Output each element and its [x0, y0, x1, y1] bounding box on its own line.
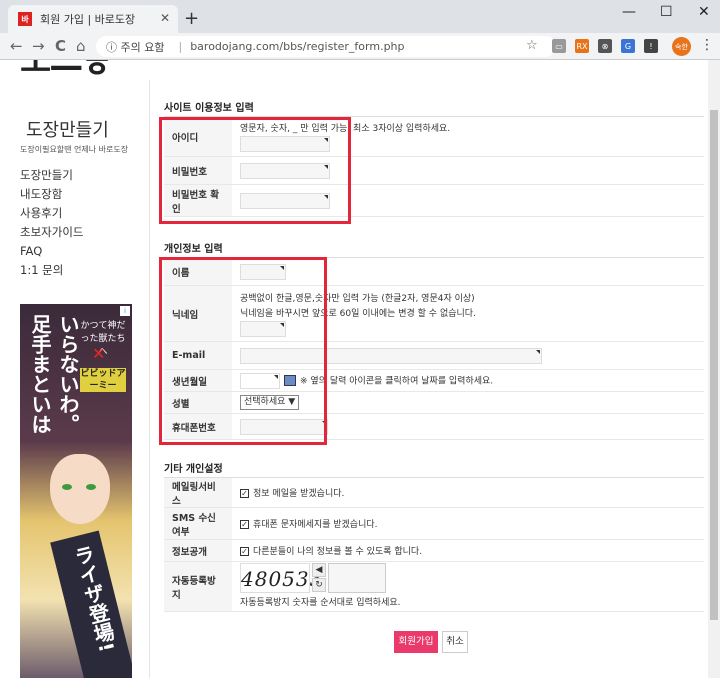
ad-character-eye-right [86, 484, 96, 490]
label-captcha: 자동등록방지 [164, 562, 232, 611]
browser-toolbar: ← → C ⌂ ⓘ 주의 요함 | barodojang.com/bbs/reg… [0, 33, 720, 60]
info-open-text: 다른분들이 나의 정보를 볼 수 있도록 합니다. [253, 547, 423, 557]
sms-text: 휴대폰 문자메세지를 받겠습니다. [253, 520, 378, 530]
birthdate-help: ※ 옆의 달력 아이콘을 클릭하여 날짜를 입력하세요. [300, 376, 494, 386]
advertisement-banner[interactable]: i 足手まといは いらないわ。 かつて神だった獣たちへ ✕ ビビッドアーミー ラ… [20, 304, 132, 678]
captcha-refresh-icon[interactable]: ↻ [312, 578, 326, 592]
highlight-box-personal-info [159, 257, 327, 445]
label-info-open: 정보공개 [164, 540, 232, 561]
minimize-button[interactable]: — [622, 4, 636, 20]
cancel-button[interactable]: 취소 [442, 631, 468, 653]
sidebar-nav: 도장만들기 내도장함 사용후기 초보자가이드 FAQ 1:1 문의 [20, 166, 83, 280]
extension-info-icon[interactable]: ! [644, 39, 658, 53]
sidebar-item-reviews[interactable]: 사용후기 [20, 204, 83, 223]
label-mailing: 메일링서비스 [164, 478, 232, 507]
address-url: barodojang.com/bbs/register_form.php [190, 40, 405, 53]
sidebar-item-my-seals[interactable]: 내도장함 [20, 185, 83, 204]
browser-menu-icon[interactable]: ⋮ [700, 37, 714, 53]
sidebar: 도장만들기 도장이필요할땐 언제나 바로도장 도장만들기 내도장함 사용후기 초… [0, 80, 150, 678]
label-sms: SMS 수신여부 [164, 508, 232, 539]
ad-headline-1: 足手まといは [28, 314, 52, 434]
new-tab-button[interactable]: + [184, 8, 199, 29]
ad-game-logo-2: ビビッドアーミー [80, 368, 126, 392]
tab-bar: 바 회원 가입 | 바로도장 ✕ + — ☐ ✕ [0, 0, 720, 33]
submit-button[interactable]: 회원가입 [394, 631, 438, 653]
page-scrollbar[interactable] [708, 60, 720, 678]
cell-sms: ✓ 휴대폰 문자메세지를 받겠습니다. [232, 514, 386, 533]
page-content: ㅗ—ㅎ 도장만들기 도장이필요할땐 언제나 바로도장 도장만들기 내도장함 사용… [0, 60, 708, 678]
reload-button[interactable]: C [55, 37, 66, 55]
bookmark-star-icon[interactable]: ☆ [526, 38, 538, 53]
other-settings-table: 메일링서비스 ✓ 정보 메일을 받겠습니다. SMS 수신여부 ✓ 휴대폰 문자메세… [164, 477, 704, 612]
site-favicon-icon: 바 [18, 12, 32, 26]
sidebar-item-inquiry[interactable]: 1:1 문의 [20, 261, 83, 280]
mailing-text: 정보 메일을 받겠습니다. [253, 489, 345, 499]
highlight-box-site-info [159, 117, 351, 224]
tab-register[interactable]: 바 회원 가입 | 바로도장 ✕ [8, 5, 178, 33]
sms-checkbox[interactable]: ✓ [240, 520, 249, 529]
ad-headline-2: いらないわ。 [56, 314, 80, 434]
captcha-controls: ◀ ↻ [312, 563, 326, 593]
tab-title: 회원 가입 | 바로도장 [40, 13, 136, 26]
section-title-personal-info: 개인정보 입력 [164, 244, 223, 255]
extension-translate-icon[interactable]: G [621, 39, 635, 53]
cell-mailing: ✓ 정보 메일을 받겠습니다. [232, 483, 352, 502]
section-title-other-settings: 기타 개인설정 [164, 464, 223, 475]
ad-choices-icon[interactable]: i [120, 306, 130, 316]
scrollbar-thumb[interactable] [710, 110, 718, 620]
captcha-image: 480533 [240, 563, 322, 593]
captcha-audio-icon[interactable]: ◀ [312, 563, 326, 577]
cell-captcha: 480533 ◀ ↻ 자동등록방지 숫자를 순서대로 입력하세요. [232, 560, 409, 613]
security-indicator[interactable]: ⓘ 주의 요함 [106, 39, 164, 55]
address-bar[interactable]: ⓘ 주의 요함 | barodojang.com/bbs/register_fo… [96, 36, 556, 57]
tab-close-icon[interactable]: ✕ [160, 11, 170, 25]
home-button[interactable]: ⌂ [76, 37, 86, 55]
section-title-site-info: 사이트 이용정보 입력 [164, 103, 254, 114]
forward-button[interactable]: → [32, 37, 45, 55]
extension-rx-icon[interactable]: RX [575, 39, 589, 53]
ad-character-face [50, 454, 110, 524]
captcha-help: 자동등록방지 숫자를 순서대로 입력하세요. [240, 598, 401, 608]
row-sms: SMS 수신여부 ✓ 휴대폰 문자메세지를 받겠습니다. [164, 508, 704, 540]
row-captcha: 자동등록방지 480533 ◀ ↻ 자동등록방지 숫자를 순서대로 입력하세요. [164, 562, 704, 612]
row-mailing: 메일링서비스 ✓ 정보 메일을 받겠습니다. [164, 478, 704, 508]
info-open-checkbox[interactable]: ✓ [240, 547, 249, 556]
address-separator: | [178, 40, 183, 53]
ad-collab-mark: ✕ [92, 344, 106, 363]
sidebar-item-beginner-guide[interactable]: 초보자가이드 [20, 223, 83, 242]
mailing-checkbox[interactable]: ✓ [240, 489, 249, 498]
back-button[interactable]: ← [10, 37, 23, 55]
site-subtitle: 도장이필요할땐 언제나 바로도장 [20, 145, 129, 154]
extension-screen-icon[interactable]: ▭ [552, 39, 566, 53]
ad-character-eye-left [62, 484, 72, 490]
profile-avatar[interactable]: 숙한 [672, 37, 691, 56]
row-info-open: 정보공개 ✓ 다른분들이 나의 정보를 볼 수 있도록 합니다. [164, 540, 704, 562]
close-window-button[interactable]: ✕ [698, 4, 710, 20]
sidebar-item-faq[interactable]: FAQ [20, 242, 83, 261]
maximize-button[interactable]: ☐ [660, 4, 673, 20]
captcha-input[interactable] [328, 563, 386, 593]
extension-tag-icon[interactable]: ⊗ [598, 39, 612, 53]
site-title[interactable]: 도장만들기 [26, 116, 109, 142]
cell-info-open: ✓ 다른분들이 나의 정보를 볼 수 있도록 합니다. [232, 541, 430, 560]
sidebar-item-make-seal[interactable]: 도장만들기 [20, 166, 83, 185]
